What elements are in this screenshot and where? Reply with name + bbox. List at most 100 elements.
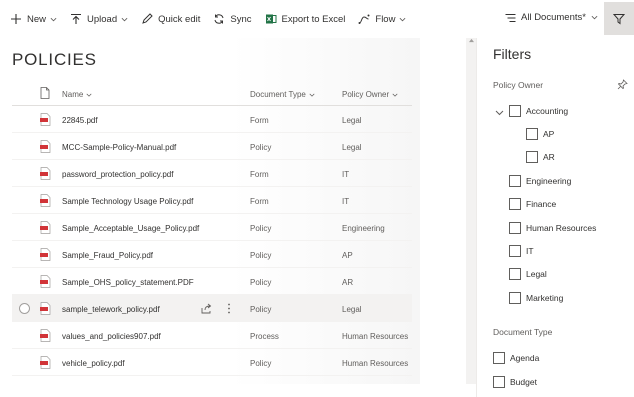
sync-button[interactable]: Sync bbox=[213, 13, 252, 25]
table-row[interactable]: Sample_Fraud_Policy.pdf Policy AP bbox=[12, 241, 412, 268]
pdf-file-icon bbox=[40, 356, 51, 369]
filter-option-budget[interactable]: Budget bbox=[493, 376, 537, 388]
table-row[interactable]: Sample Technology Usage Policy.pdf Form … bbox=[12, 187, 412, 214]
table-row[interactable]: MCC-Sample-Policy-Manual.pdf Policy Lega… bbox=[12, 133, 412, 160]
quick-edit-button[interactable]: Quick edit bbox=[141, 13, 200, 25]
row-policy-owner: Human Resources bbox=[342, 332, 409, 341]
table-row[interactable]: Sample_Acceptable_Usage_Policy.pdf Polic… bbox=[12, 214, 412, 241]
filter-option-label: Legal bbox=[526, 269, 547, 279]
filter-option-legal[interactable]: Legal bbox=[509, 268, 547, 280]
pdf-file-icon bbox=[40, 302, 51, 315]
row-name[interactable]: values_and_policies907.pdf bbox=[62, 332, 161, 341]
export-label: Export to Excel bbox=[281, 13, 346, 25]
sync-label: Sync bbox=[230, 13, 252, 25]
filter-option-label: Budget bbox=[510, 377, 537, 387]
export-to-excel-button[interactable]: Export to Excel bbox=[265, 13, 346, 25]
pdf-file-icon bbox=[40, 329, 51, 342]
checkbox[interactable] bbox=[509, 292, 521, 304]
filter-pane-button[interactable] bbox=[604, 2, 634, 35]
file-type-icon[interactable] bbox=[40, 87, 50, 99]
pdf-file-icon bbox=[40, 140, 51, 153]
row-policy-owner: AP bbox=[342, 251, 353, 260]
scroll-up-icon[interactable] bbox=[469, 38, 474, 43]
filter-option-label: Accounting bbox=[526, 106, 569, 116]
row-name[interactable]: 22845.pdf bbox=[62, 116, 98, 125]
column-header-policy-owner[interactable]: Policy Owner bbox=[342, 90, 398, 99]
filter-option-accounting[interactable]: Accounting bbox=[509, 105, 568, 117]
filter-option-ap[interactable]: AP bbox=[526, 128, 554, 140]
scrollbar[interactable] bbox=[466, 38, 476, 384]
row-document-type: Policy bbox=[250, 278, 272, 287]
column-policy-owner-label: Policy Owner bbox=[342, 90, 390, 99]
chevron-down-icon bbox=[591, 15, 598, 20]
checkbox[interactable] bbox=[509, 222, 521, 234]
checkbox[interactable] bbox=[509, 105, 521, 117]
upload-label: Upload bbox=[87, 13, 118, 25]
row-name[interactable]: Sample_Fraud_Policy.pdf bbox=[62, 251, 153, 260]
checkbox[interactable] bbox=[509, 245, 521, 257]
table-row[interactable]: password_protection_policy.pdf Form IT bbox=[12, 160, 412, 187]
row-document-type: Policy bbox=[250, 143, 272, 152]
pencil-icon bbox=[141, 13, 153, 25]
table-row[interactable]: vehicle_policy.pdf Policy Human Resource… bbox=[12, 349, 412, 376]
checkbox[interactable] bbox=[526, 128, 538, 140]
row-document-type: Policy bbox=[250, 305, 272, 314]
flow-button[interactable]: Flow bbox=[358, 13, 406, 25]
column-header-document-type[interactable]: Document Type bbox=[250, 90, 315, 99]
table-row[interactable]: 22845.pdf Form Legal bbox=[12, 106, 412, 133]
page-title: POLICIES bbox=[12, 50, 97, 69]
view-selector[interactable]: All Documents* bbox=[505, 12, 598, 23]
pdf-file-icon bbox=[40, 221, 51, 234]
row-name[interactable]: Sample Technology Usage Policy.pdf bbox=[62, 197, 193, 206]
chevron-down-icon bbox=[121, 16, 128, 23]
new-button[interactable]: New bbox=[10, 13, 57, 25]
filter-option-ar[interactable]: AR bbox=[526, 151, 555, 163]
share-icon[interactable] bbox=[201, 303, 212, 314]
row-name[interactable]: Sample_OHS_policy_statement.PDF bbox=[62, 278, 194, 287]
chevron-down-icon[interactable] bbox=[495, 108, 504, 117]
row-name[interactable]: MCC-Sample-Policy-Manual.pdf bbox=[62, 143, 176, 152]
pin-icon[interactable] bbox=[617, 79, 628, 90]
quick-edit-label: Quick edit bbox=[158, 13, 201, 25]
filter-option-label: Engineering bbox=[526, 176, 572, 186]
table-row[interactable]: Sample_OHS_policy_statement.PDF Policy A… bbox=[12, 268, 412, 295]
row-policy-owner: Legal bbox=[342, 305, 362, 314]
row-name[interactable]: vehicle_policy.pdf bbox=[62, 359, 125, 368]
flow-label: Flow bbox=[375, 13, 396, 25]
chevron-down-icon bbox=[392, 93, 398, 97]
upload-icon bbox=[70, 13, 82, 25]
row-document-type: Policy bbox=[250, 359, 272, 368]
chevron-down-icon bbox=[309, 93, 315, 97]
column-header-name[interactable]: Name bbox=[62, 90, 92, 99]
filter-option-human-resources[interactable]: Human Resources bbox=[509, 222, 596, 234]
row-policy-owner: Legal bbox=[342, 116, 362, 125]
checkbox[interactable] bbox=[526, 151, 538, 163]
list-header: Name Document Type Policy Owner bbox=[12, 82, 412, 106]
row-select-radio[interactable] bbox=[19, 303, 30, 314]
filter-option-engineering[interactable]: Engineering bbox=[509, 175, 571, 187]
filter-option-finance[interactable]: Finance bbox=[509, 198, 556, 210]
more-options-icon[interactable] bbox=[227, 303, 231, 314]
view-lines-icon bbox=[505, 13, 516, 22]
filter-option-agenda[interactable]: Agenda bbox=[493, 352, 539, 364]
checkbox[interactable] bbox=[509, 268, 521, 280]
row-name[interactable]: Sample_Acceptable_Usage_Policy.pdf bbox=[62, 224, 199, 233]
checkbox[interactable] bbox=[509, 198, 521, 210]
filter-option-label: Marketing bbox=[526, 293, 564, 303]
table-row[interactable]: values_and_policies907.pdf Process Human… bbox=[12, 322, 412, 349]
filter-option-it[interactable]: IT bbox=[509, 245, 534, 257]
row-policy-owner: Human Resources bbox=[342, 359, 409, 368]
page-divider bbox=[420, 0, 466, 397]
row-name[interactable]: sample_telework_policy.pdf bbox=[62, 305, 160, 314]
checkbox[interactable] bbox=[509, 175, 521, 187]
row-document-type: Process bbox=[250, 332, 279, 341]
view-selector-label: All Documents* bbox=[521, 12, 586, 23]
filter-option-label: AR bbox=[543, 152, 555, 162]
policy-owner-section-label: Policy Owner bbox=[493, 80, 544, 90]
checkbox[interactable] bbox=[493, 352, 505, 364]
filter-option-marketing[interactable]: Marketing bbox=[509, 292, 563, 304]
checkbox[interactable] bbox=[493, 376, 505, 388]
table-row[interactable]: sample_telework_policy.pdf Policy Legal bbox=[12, 295, 412, 322]
upload-button[interactable]: Upload bbox=[70, 13, 128, 25]
row-name[interactable]: password_protection_policy.pdf bbox=[62, 170, 173, 179]
